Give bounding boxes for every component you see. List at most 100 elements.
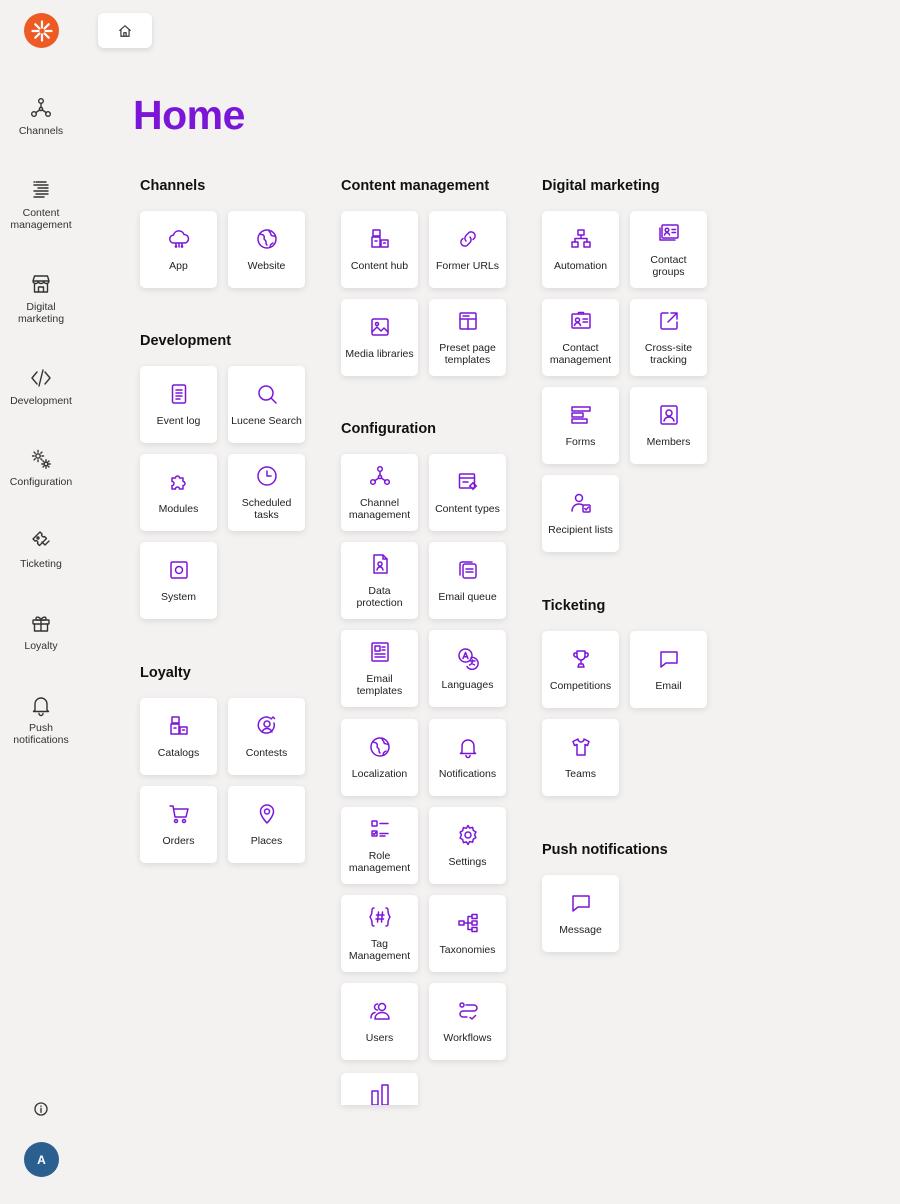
tile-preset-page-templates[interactable]: Preset page templates bbox=[429, 299, 506, 376]
tile-email[interactable]: Email bbox=[630, 631, 707, 708]
tile-website[interactable]: Website bbox=[228, 211, 305, 288]
tile-label: Notifications bbox=[438, 768, 497, 780]
template-icon bbox=[458, 312, 477, 330]
tile-workflows[interactable]: Workflows bbox=[429, 983, 506, 1060]
tile-label: Email bbox=[655, 680, 682, 692]
search-icon bbox=[257, 385, 277, 404]
id-card-icon bbox=[570, 311, 591, 329]
ticket-icon bbox=[32, 531, 50, 547]
tile-label: Website bbox=[247, 260, 286, 272]
tile-email-queue[interactable]: Email queue bbox=[429, 542, 506, 619]
tile-teams[interactable]: Teams bbox=[542, 719, 619, 796]
tile-scheduled-tasks[interactable]: Scheduled tasks bbox=[228, 454, 305, 531]
sidebar-item-label: Loyalty bbox=[24, 640, 58, 652]
sidebar-item-configuration[interactable]: Configuration bbox=[0, 447, 82, 489]
tile-partial[interactable] bbox=[341, 1073, 418, 1105]
sidebar-item-loyalty[interactable]: Loyalty bbox=[0, 611, 82, 653]
tile-system[interactable]: System bbox=[140, 542, 217, 619]
tshirt-icon bbox=[571, 738, 590, 756]
tile-label: Modules bbox=[158, 503, 199, 515]
tile-label: Data protection bbox=[356, 585, 403, 609]
tile-label: Languages bbox=[441, 679, 494, 691]
channels-icon bbox=[31, 98, 52, 117]
tile-notifications[interactable]: Notifications bbox=[429, 719, 506, 796]
tile-automation[interactable]: Automation bbox=[542, 211, 619, 288]
gears-icon bbox=[31, 449, 51, 469]
sidebar-item-label: Channels bbox=[18, 125, 64, 137]
tile-languages[interactable]: Languages bbox=[429, 630, 506, 707]
tile-catalogs[interactable]: Catalogs bbox=[140, 698, 217, 775]
tile-modules[interactable]: Modules bbox=[140, 454, 217, 531]
tile-content-types[interactable]: Content types bbox=[429, 454, 506, 531]
tile-data-protection[interactable]: Data protection bbox=[341, 542, 418, 619]
tile-label: Orders bbox=[162, 835, 195, 847]
tile-label: Competitions bbox=[549, 680, 612, 692]
tile-event-log[interactable]: Event log bbox=[140, 366, 217, 443]
tile-content-hub[interactable]: Content hub bbox=[341, 211, 418, 288]
users-icon bbox=[369, 1002, 390, 1020]
tile-forms[interactable]: Forms bbox=[542, 387, 619, 464]
tile-contact-management[interactable]: Contact management bbox=[542, 299, 619, 376]
tile-message[interactable]: Message bbox=[542, 875, 619, 952]
tile-members[interactable]: Members bbox=[630, 387, 707, 464]
tile-places[interactable]: Places bbox=[228, 786, 305, 863]
tile-email-templates[interactable]: Email templates bbox=[341, 630, 418, 707]
sidebar-item-development[interactable]: Development bbox=[0, 366, 82, 408]
tile-settings[interactable]: Settings bbox=[429, 807, 506, 884]
tile-taxonomies[interactable]: Taxonomies bbox=[429, 895, 506, 972]
tile-channel-management[interactable]: Channel management bbox=[341, 454, 418, 531]
tile-label: Members bbox=[646, 436, 691, 448]
tile-label: Places bbox=[250, 835, 283, 847]
gear-icon bbox=[458, 824, 477, 846]
tile-recipient-lists[interactable]: Recipient lists bbox=[542, 475, 619, 552]
globe-icon bbox=[256, 229, 277, 249]
tile-cross-site-tracking[interactable]: Cross-site tracking bbox=[630, 299, 707, 376]
content-type-icon bbox=[458, 473, 477, 491]
sidebar-item-digital-marketing[interactable]: Digital marketing bbox=[0, 272, 82, 325]
sidebar-item-channels[interactable]: Channels bbox=[0, 96, 82, 138]
tile-label: Former URLs bbox=[435, 260, 499, 272]
section-title-channels: Channels bbox=[140, 178, 206, 194]
bell-icon bbox=[459, 739, 476, 759]
sidebar-item-ticketing[interactable]: Ticketing bbox=[0, 529, 82, 571]
bell-icon bbox=[32, 697, 50, 717]
app-logo[interactable] bbox=[24, 13, 59, 48]
contact-cards-icon bbox=[658, 224, 679, 241]
tile-former-urls[interactable]: Former URLs bbox=[429, 211, 506, 288]
tile-lucene-search[interactable]: Lucene Search bbox=[228, 366, 305, 443]
page-title: Home bbox=[133, 92, 245, 138]
tile-contact-groups[interactable]: Contact groups bbox=[630, 211, 707, 288]
hierarchy-icon bbox=[457, 913, 478, 933]
sidebar-item-content-management[interactable]: Content management bbox=[0, 178, 82, 231]
tile-tag-management[interactable]: Tag Management bbox=[341, 895, 418, 972]
tile-label: Email queue bbox=[438, 591, 497, 603]
tile-competitions[interactable]: Competitions bbox=[542, 631, 619, 708]
puzzle-icon bbox=[170, 475, 186, 490]
tile-label: Preset page templates bbox=[439, 342, 496, 366]
tile-users[interactable]: Users bbox=[341, 983, 418, 1060]
section-title-development: Development bbox=[140, 333, 232, 349]
tile-label: Lucene Search bbox=[231, 415, 302, 427]
section-title-loyalty: Loyalty bbox=[140, 665, 191, 681]
tile-contests[interactable]: Contests bbox=[228, 698, 305, 775]
tile-role-management[interactable]: Role management bbox=[341, 807, 418, 884]
tile-label: Contact groups bbox=[650, 254, 687, 278]
user-avatar[interactable]: A bbox=[24, 1142, 59, 1177]
info-button[interactable] bbox=[31, 1099, 51, 1119]
tile-orders[interactable]: Orders bbox=[140, 786, 217, 863]
document-user-icon bbox=[372, 554, 388, 574]
tile-localization[interactable]: Localization bbox=[341, 719, 418, 796]
tile-app[interactable]: App bbox=[140, 211, 217, 288]
tile-label: Teams bbox=[565, 768, 596, 780]
code-icon bbox=[31, 369, 51, 387]
external-link-icon bbox=[659, 312, 678, 330]
tile-label: Cross-site tracking bbox=[644, 342, 693, 366]
tile-label: Taxonomies bbox=[439, 944, 496, 956]
tile-label: Role management bbox=[348, 850, 411, 874]
tile-media-libraries[interactable]: Media libraries bbox=[341, 299, 418, 376]
boxes-icon bbox=[370, 229, 389, 248]
sidebar-item-label: Development bbox=[10, 395, 72, 407]
sidebar-item-push-notifications[interactable]: Push notifications bbox=[0, 693, 82, 746]
home-button[interactable] bbox=[98, 13, 152, 48]
location-pin-icon bbox=[259, 804, 274, 824]
